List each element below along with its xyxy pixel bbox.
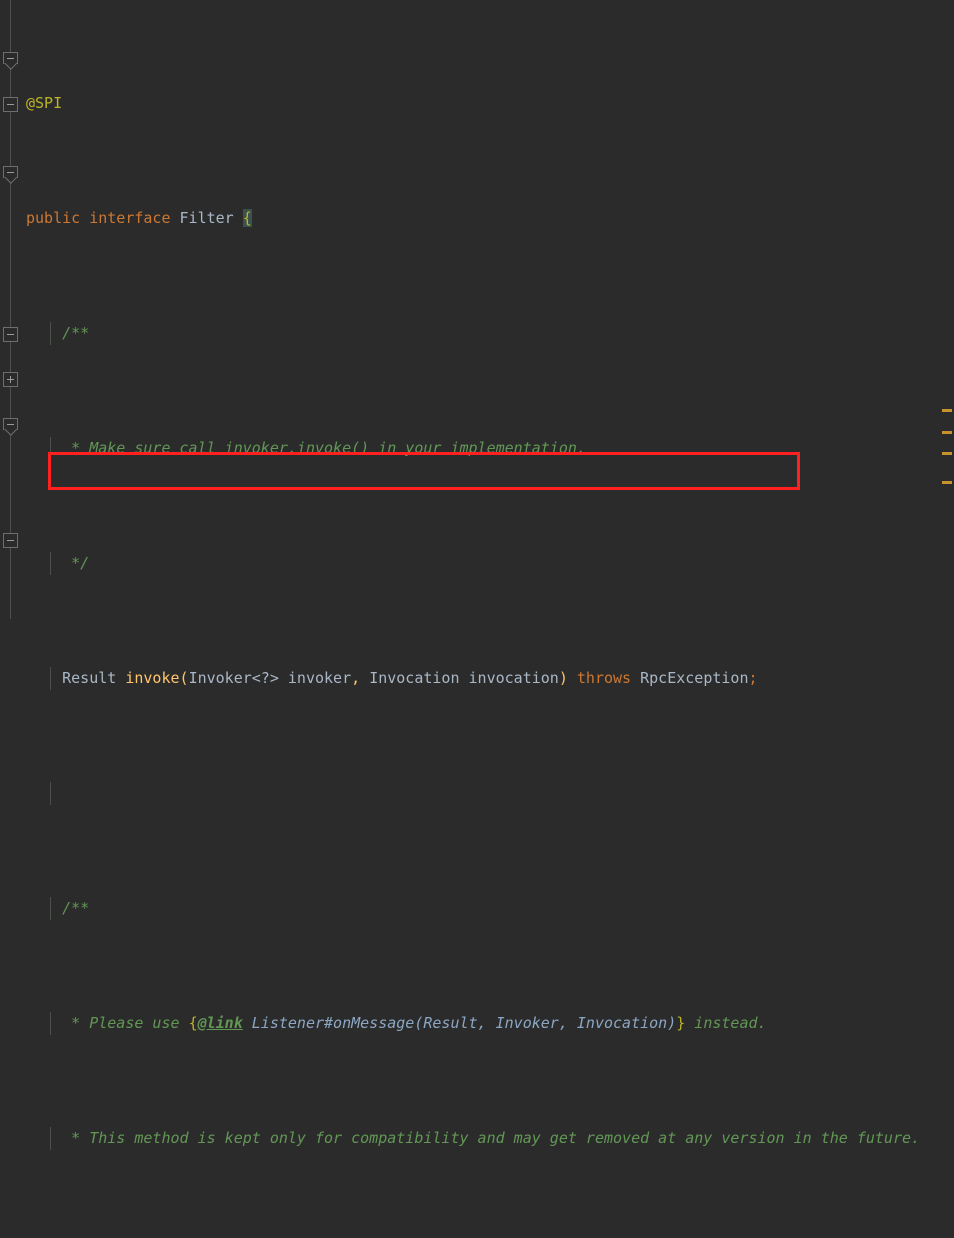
- fold-start-javadoc-1[interactable]: [3, 52, 18, 64]
- code-line-6[interactable]: Result invoke(Invoker<?> invoker, Invoca…: [22, 667, 954, 690]
- semicolon: ;: [748, 669, 758, 687]
- type-result: Result: [62, 669, 117, 687]
- javadoc-text-instead: instead.: [685, 1014, 767, 1032]
- code-line-3[interactable]: /**: [22, 322, 954, 345]
- javadoc-star: *: [71, 439, 81, 457]
- type-invocation: Invocation: [369, 669, 460, 687]
- keyword-throws: throws: [576, 669, 632, 687]
- javadoc-open-2: /**: [62, 899, 90, 917]
- javadoc-star: *: [71, 1129, 81, 1147]
- javadoc-text-invoke: Make sure call invoker.invoke() in your …: [89, 439, 586, 457]
- fold-start-javadoc-2[interactable]: [3, 166, 18, 178]
- occurrence-marker-4[interactable]: [942, 481, 952, 484]
- javadoc-close-1: */: [71, 554, 90, 572]
- comma: ,: [351, 669, 361, 687]
- fold-end-javadoc-1[interactable]: [3, 97, 18, 112]
- code-line-1[interactable]: @SPI: [22, 92, 954, 115]
- code-line-9[interactable]: * Please use {@link Listener#onMessage(R…: [22, 1012, 954, 1035]
- indent-guide: [50, 437, 51, 460]
- fold-method-body[interactable]: [3, 372, 18, 387]
- scrollbar-marker-track[interactable]: [940, 0, 954, 619]
- brace-open-filter: {: [242, 209, 252, 227]
- type-filter: Filter: [179, 209, 234, 227]
- type-invoker-generic: Invoker<?>: [188, 669, 279, 687]
- indent-guide: [50, 782, 51, 805]
- code-line-4[interactable]: * Make sure call invoker.invoke() in you…: [22, 437, 954, 460]
- indent-guide: [50, 322, 51, 345]
- paren-close: ): [558, 669, 568, 687]
- occurrence-marker-3[interactable]: [942, 452, 952, 455]
- indent-guide: [50, 897, 51, 920]
- javadoc-link-target[interactable]: Listener#onMessage(Result, Invoker, Invo…: [243, 1014, 676, 1032]
- fold-start-listener[interactable]: [3, 418, 18, 430]
- javadoc-text-please-use: Please use: [89, 1014, 189, 1032]
- indent-guide: [50, 552, 51, 575]
- code-line-5[interactable]: */: [22, 552, 954, 575]
- javadoc-text-kept: This method is kept only for compatibili…: [89, 1129, 921, 1147]
- editor-gutter[interactable]: [0, 0, 22, 619]
- keyword-public: public: [26, 209, 81, 227]
- occurrence-marker-1[interactable]: [942, 409, 952, 412]
- indent-guide: [50, 667, 51, 690]
- method-invoke: invoke: [125, 669, 180, 687]
- occurrence-marker-2[interactable]: [942, 431, 952, 434]
- annotation-spi: @SPI: [26, 94, 63, 112]
- paren-open: (: [179, 669, 189, 687]
- javadoc-link-close-brace: }: [676, 1014, 686, 1032]
- indent-guide: [50, 1127, 51, 1150]
- gutter-divider-line: [10, 0, 11, 619]
- javadoc-link-tag[interactable]: @link: [198, 1014, 243, 1032]
- code-line-2[interactable]: public interface Filter {: [22, 207, 954, 230]
- code-line-8[interactable]: /**: [22, 897, 954, 920]
- code-line-7[interactable]: [22, 782, 954, 805]
- javadoc-open-1: /**: [62, 324, 90, 342]
- keyword-interface: interface: [89, 209, 171, 227]
- fold-end-listener[interactable]: [3, 533, 18, 548]
- code-line-10[interactable]: * This method is kept only for compatibi…: [22, 1127, 954, 1150]
- type-rpcexception: RpcException: [640, 669, 749, 687]
- javadoc-link-open-brace: {: [188, 1014, 198, 1032]
- javadoc-star: *: [71, 1014, 81, 1032]
- param-invoker: invoker: [287, 669, 352, 687]
- indent-guide: [50, 1012, 51, 1035]
- param-invocation: invocation: [468, 669, 559, 687]
- code-editor[interactable]: @SPI public interface Filter { /** * Mak…: [0, 0, 954, 1150]
- fold-end-javadoc-2[interactable]: [3, 327, 18, 342]
- code-content[interactable]: @SPI public interface Filter { /** * Mak…: [22, 0, 954, 1150]
